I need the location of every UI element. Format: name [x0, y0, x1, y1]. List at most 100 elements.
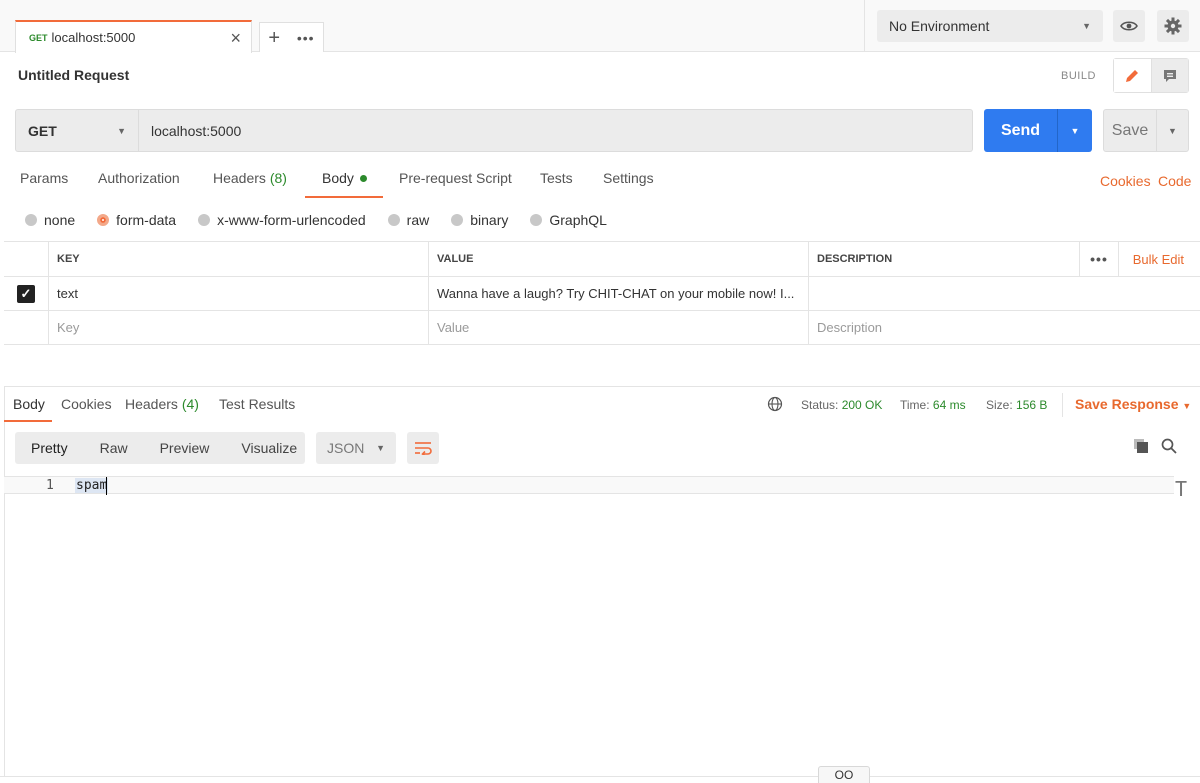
time-label: Time:	[900, 398, 930, 412]
row-check-cell	[4, 311, 48, 344]
format-label: JSON	[327, 440, 365, 456]
new-key-input[interactable]: Key	[48, 311, 428, 344]
table-row: ✓ text Wanna have a laugh? Try CHIT-CHAT…	[4, 277, 1200, 311]
method-select[interactable]: GET ▼	[15, 109, 139, 152]
more-tabs-icon[interactable]: •••	[297, 31, 315, 45]
radio-binary[interactable]: binary	[451, 212, 508, 228]
bulk-edit-link[interactable]: Bulk Edit	[1133, 242, 1184, 276]
radio-binary-label: binary	[470, 212, 509, 228]
radio-circle	[530, 214, 543, 226]
active-tab-underline	[305, 196, 383, 198]
tab-bar: GET localhost:5000 × + ••• No Environmen…	[0, 0, 1200, 53]
tab-actions: + •••	[259, 22, 324, 52]
save-response-label: Save Response	[1075, 396, 1179, 412]
header-check-cell	[4, 242, 48, 276]
tab-tests[interactable]: Tests	[540, 170, 573, 186]
row-value[interactable]: Wanna have a laugh? Try CHIT-CHAT on you…	[428, 277, 808, 310]
header-value: VALUE	[428, 242, 808, 276]
cookies-link[interactable]: Cookies	[1100, 173, 1151, 189]
mode-toggle	[1113, 58, 1189, 93]
code-link[interactable]: Code	[1158, 173, 1191, 189]
eye-icon	[1120, 21, 1138, 31]
row-description[interactable]	[808, 277, 1200, 310]
method-label: GET	[28, 122, 57, 139]
status-bar-border	[0, 776, 1200, 777]
close-tab-icon[interactable]: ×	[230, 29, 241, 47]
response-headers-count: (4)	[181, 396, 199, 412]
radio-raw[interactable]: raw	[387, 212, 429, 228]
tab-title: localhost:5000	[51, 30, 136, 45]
divider	[864, 0, 865, 52]
text-cursor	[106, 477, 107, 495]
response-body-text[interactable]: spam	[75, 478, 109, 493]
edit-mode-button[interactable]	[1114, 59, 1152, 92]
url-input[interactable]: localhost:5000	[139, 109, 973, 152]
wrap-lines-button[interactable]	[407, 432, 439, 464]
environment-label: No Environment	[889, 18, 990, 34]
table-more-icon[interactable]: •••	[1079, 242, 1119, 276]
line-number: 1	[46, 478, 54, 493]
request-tab[interactable]: GET localhost:5000 ×	[15, 20, 252, 53]
tab-body-label: Body	[322, 170, 354, 186]
response-divider	[4, 386, 1200, 387]
tab-settings[interactable]: Settings	[603, 170, 654, 186]
tab-prerequest-script[interactable]: Pre-request Script	[399, 170, 512, 186]
response-tab-headers[interactable]: Headers (4)	[125, 396, 199, 412]
search-icon[interactable]	[1161, 438, 1177, 457]
row-checkbox[interactable]: ✓	[17, 284, 35, 303]
new-description-input[interactable]: Description	[808, 311, 1200, 344]
send-label: Send	[984, 109, 1058, 152]
response-tab-cookies[interactable]: Cookies	[61, 396, 112, 412]
copy-icon[interactable]	[1133, 438, 1149, 457]
environment-quick-look-button[interactable]	[1113, 10, 1145, 42]
manage-environments-button[interactable]	[1157, 10, 1189, 42]
save-response-button[interactable]: Save Response ▼	[1075, 396, 1191, 412]
bottom-chip[interactable]: OO	[818, 766, 870, 783]
view-visualize[interactable]: Visualize	[225, 440, 313, 456]
chevron-down-icon: ▼	[117, 125, 126, 136]
tab-authorization[interactable]: Authorization	[98, 170, 180, 186]
divider	[1062, 393, 1063, 417]
environment-select[interactable]: No Environment ▼	[877, 10, 1103, 42]
time-value[interactable]: 64 ms	[933, 398, 966, 412]
new-value-input[interactable]: Value	[428, 311, 808, 344]
request-title[interactable]: Untitled Request	[18, 67, 129, 83]
view-raw[interactable]: Raw	[84, 440, 144, 456]
radio-form-data[interactable]: form-data	[97, 212, 176, 228]
view-pretty[interactable]: Pretty	[15, 440, 84, 456]
wrap-icon	[415, 442, 432, 455]
response-editor-line[interactable]	[4, 476, 1174, 494]
save-options-chevron-icon[interactable]: ▼	[1157, 110, 1188, 151]
send-button[interactable]: Send ▼	[984, 109, 1092, 152]
response-tab-underline	[4, 420, 52, 422]
gear-icon	[1164, 17, 1182, 35]
radio-circle	[25, 214, 37, 226]
new-tab-icon[interactable]: +	[268, 28, 280, 48]
response-tab-test-results[interactable]: Test Results	[219, 396, 295, 412]
comments-button[interactable]	[1151, 59, 1188, 92]
radio-none[interactable]: none	[25, 212, 75, 228]
globe-icon[interactable]	[767, 396, 783, 415]
radio-none-label: none	[44, 212, 76, 228]
size-value[interactable]: 156 B	[1016, 398, 1047, 412]
radio-graphql[interactable]: GraphQL	[530, 212, 607, 228]
status-value[interactable]: 200 OK	[842, 398, 883, 412]
comment-icon	[1163, 69, 1176, 82]
ibeam-cursor-icon: T	[1175, 477, 1188, 501]
tab-body[interactable]: Body	[322, 170, 367, 186]
view-preview[interactable]: Preview	[144, 440, 226, 456]
row-key[interactable]: text	[48, 277, 428, 310]
chevron-down-icon: ▼	[1182, 401, 1192, 411]
format-select[interactable]: JSON ▼	[316, 432, 396, 464]
response-tab-body[interactable]: Body	[13, 396, 45, 412]
radio-circle	[387, 214, 400, 226]
body-active-dot-icon	[359, 175, 367, 182]
tab-headers[interactable]: Headers (8)	[213, 170, 287, 186]
save-button[interactable]: Save ▼	[1103, 109, 1189, 152]
radio-urlencoded[interactable]: x-www-form-urlencoded	[198, 212, 366, 228]
size-label: Size:	[986, 398, 1013, 412]
tab-params[interactable]: Params	[20, 170, 68, 186]
headers-count: (8)	[269, 170, 287, 186]
send-options-chevron-icon[interactable]: ▼	[1058, 109, 1092, 152]
chevron-down-icon: ▼	[376, 443, 385, 453]
